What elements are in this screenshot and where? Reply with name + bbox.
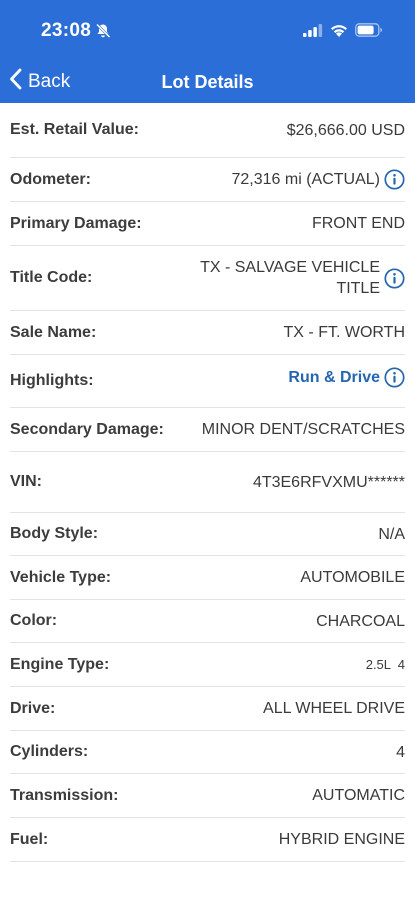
row-label: Transmission: (10, 786, 119, 804)
cellular-signal-icon (303, 23, 323, 42)
row-value: TX - FT. WORTH (283, 324, 405, 341)
navigation-bar: Back Lot Details (0, 68, 415, 98)
row-label: Est. Retail Value: (10, 121, 139, 138)
row-cylinders: Cylinders: 4 (10, 731, 405, 774)
status-bar: 23:08 (0, 18, 415, 44)
row-value: N/A (378, 525, 405, 543)
status-time: 23:08 (41, 20, 92, 41)
row-secondary-damage: Secondary Damage: MINOR DENT/SCRATCHES (10, 408, 405, 452)
row-value: 4T3E6RFVXMU****** (252, 473, 405, 491)
row-label: Secondary Damage: (10, 420, 164, 438)
row-value: MINOR DENT/SCRATCHES (201, 421, 405, 438)
highlight-link[interactable]: Run & Drive (288, 366, 405, 388)
row-value-line2: TITLE (336, 280, 380, 297)
row-value: HYBRID ENGINE (278, 831, 405, 848)
row-fuel: Fuel: HYBRID ENGINE (10, 818, 405, 862)
lot-details-list: Est. Retail Value: $26,666.00 USD Odomet… (0, 103, 415, 862)
row-value: $26,666.00 USD (286, 121, 405, 139)
row-label: Drive: (10, 699, 56, 717)
row-label: Sale Name: (10, 323, 97, 341)
row-sale-name: Sale Name: TX - FT. WORTH (10, 311, 405, 355)
header: 23:08 Back Lot Details (0, 0, 415, 103)
row-primary-damage: Primary Damage: FRONT END (10, 202, 405, 246)
row-label: Vehicle Type: (10, 568, 112, 586)
bell-muted-icon (95, 23, 111, 44)
row-label: Title Code: (10, 269, 93, 286)
row-value: 4 (396, 743, 405, 761)
row-value: AUTOMOBILE (300, 569, 405, 586)
row-label: Fuel: (10, 830, 49, 848)
row-highlights: Highlights: Run & Drive (10, 355, 405, 408)
row-value-line1: TX - SALVAGE VEHICLE (200, 259, 380, 276)
info-icon[interactable] (384, 169, 405, 190)
row-transmission: Transmission: AUTOMATIC (10, 774, 405, 818)
row-engine-type: Engine Type: 2.5L 4 (10, 643, 405, 687)
row-color: Color: CHARCOAL (10, 600, 405, 643)
row-label: Primary Damage: (10, 214, 142, 232)
row-value: FRONT END (311, 215, 405, 232)
row-label: Highlights: (10, 372, 94, 389)
row-vin: VIN: 4T3E6RFVXMU****** (10, 452, 405, 513)
info-icon[interactable] (384, 267, 405, 289)
row-label: Engine Type: (10, 655, 110, 673)
row-label: Odometer: (10, 170, 91, 188)
wifi-icon (330, 24, 348, 42)
row-label: Cylinders: (10, 743, 89, 760)
row-vehicle-type: Vehicle Type: AUTOMOBILE (10, 556, 405, 600)
row-label: Body Style: (10, 525, 99, 542)
row-value: 72,316 mi (ACTUAL) (232, 169, 406, 190)
row-odometer: Odometer: 72,316 mi (ACTUAL) (10, 158, 405, 202)
row-body-style: Body Style: N/A (10, 513, 405, 556)
row-value: CHARCOAL (316, 612, 405, 630)
row-value: 2.5L 4 (365, 657, 405, 672)
row-label: Color: (10, 612, 58, 629)
row-drive: Drive: ALL WHEEL DRIVE (10, 687, 405, 731)
row-value: AUTOMATIC (312, 787, 405, 804)
row-title-code: Title Code: TX - SALVAGE VEHICLE TITLE (10, 246, 405, 311)
page-title: Lot Details (161, 72, 254, 92)
info-icon[interactable] (384, 366, 405, 388)
row-value: ALL WHEEL DRIVE (263, 700, 405, 717)
battery-icon (355, 23, 383, 42)
row-value: TX - SALVAGE VEHICLE TITLE (200, 257, 405, 299)
row-label: VIN: (10, 473, 42, 490)
row-est-retail-value: Est. Retail Value: $26,666.00 USD (10, 103, 405, 158)
